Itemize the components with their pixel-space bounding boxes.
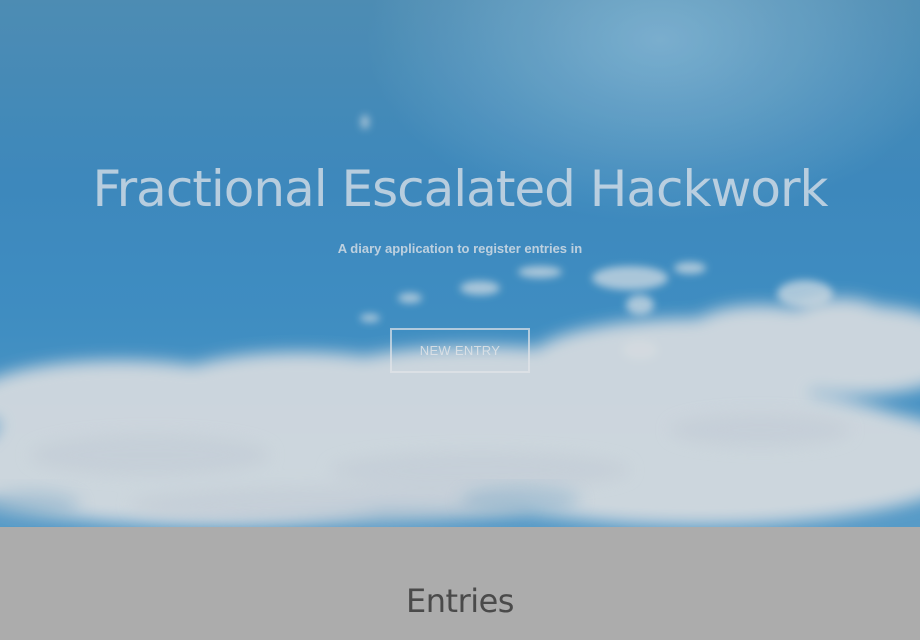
new-entry-button[interactable]: NEW ENTRY: [390, 328, 530, 373]
hero-content: Fractional Escalated Hackwork A diary ap…: [0, 0, 920, 527]
hero-banner: Fractional Escalated Hackwork A diary ap…: [0, 0, 920, 527]
hero-subtitle: A diary application to register entries …: [337, 241, 583, 256]
page-title: Fractional Escalated Hackwork: [92, 160, 829, 218]
entries-heading: Entries: [406, 582, 514, 620]
